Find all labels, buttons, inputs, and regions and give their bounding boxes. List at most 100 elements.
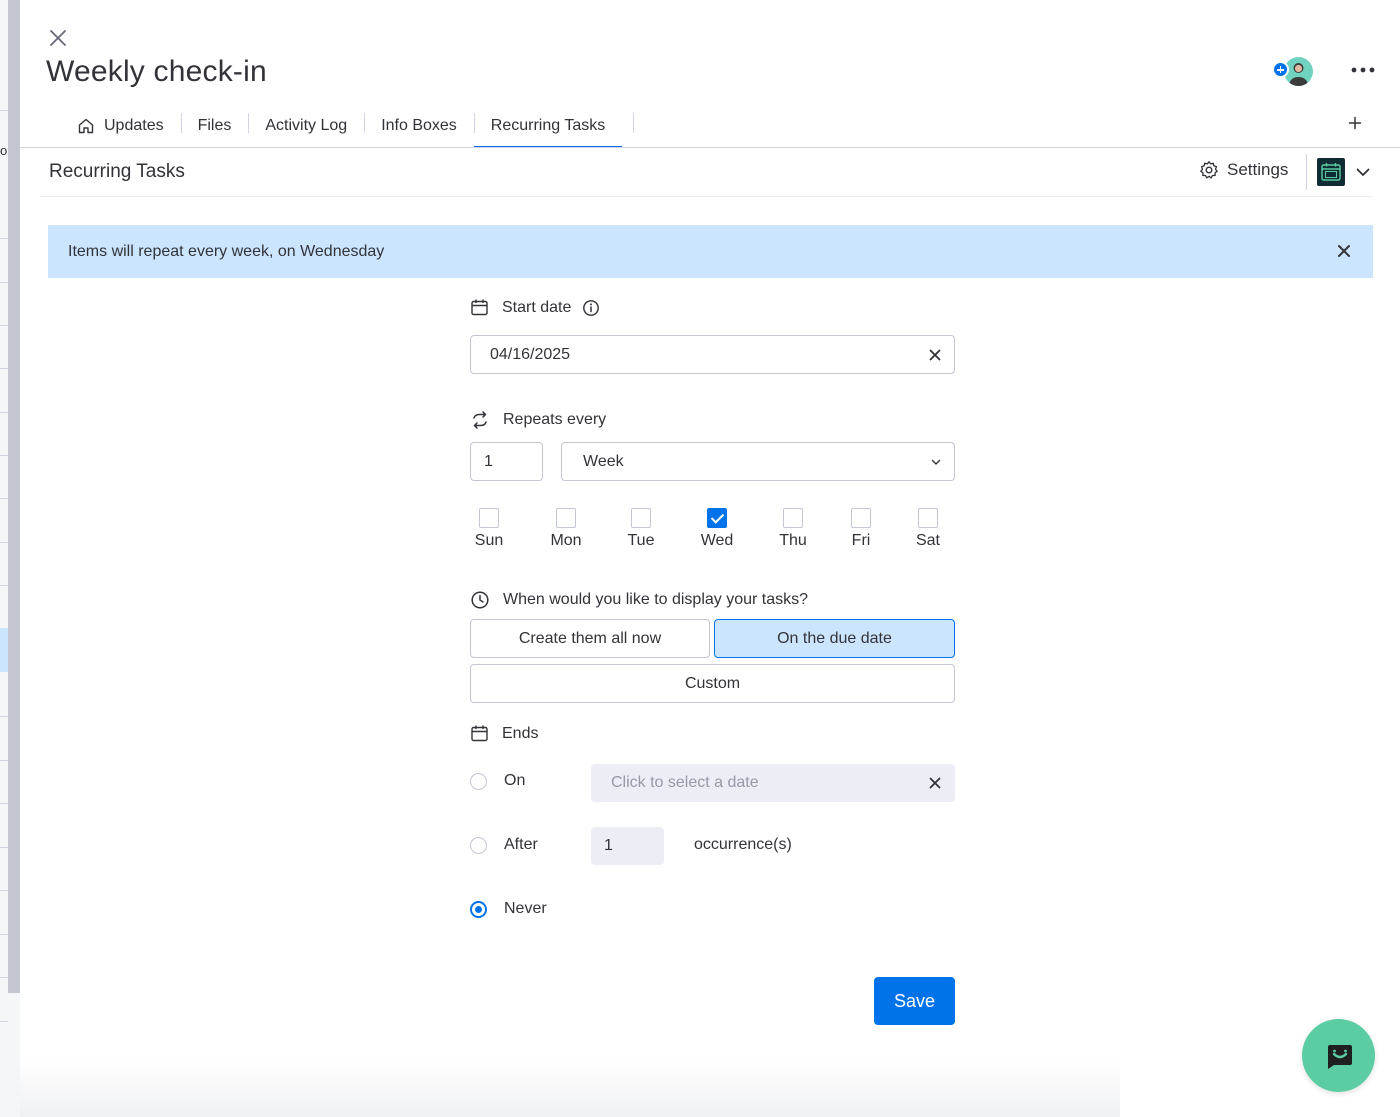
background-row-line — [0, 282, 8, 283]
background-scrollbar — [8, 0, 20, 993]
repeat-unit-select[interactable]: Week — [561, 442, 955, 481]
weekday-selector: Sun Mon Tue Wed Thu Fri Sat — [470, 508, 955, 552]
repeat-interval-input[interactable]: 1 — [470, 442, 543, 481]
weekday-checkbox[interactable] — [918, 508, 938, 528]
weekday-checkbox-checked[interactable] — [707, 508, 727, 528]
repeats-label-row: Repeats every — [470, 410, 606, 430]
clock-icon — [471, 591, 489, 609]
repeat-interval-value: 1 — [484, 452, 493, 470]
ends-after-value: 1 — [604, 837, 613, 854]
calendar-icon — [471, 299, 488, 316]
ends-after-radio[interactable] — [470, 836, 487, 854]
on-due-date-option[interactable]: On the due date — [714, 619, 955, 658]
ends-on-label: On — [504, 772, 526, 789]
option-label: On the due date — [777, 629, 892, 647]
background-row-line — [0, 847, 8, 848]
section-title: Recurring Tasks — [49, 161, 185, 182]
gear-icon — [1200, 161, 1218, 179]
option-label: Create them all now — [518, 629, 662, 647]
background-row-highlight — [0, 628, 8, 672]
app-switcher-dropdown[interactable] — [1354, 163, 1372, 181]
weekday-thu[interactable]: Thu — [768, 508, 818, 550]
option-label: Custom — [684, 674, 741, 692]
banner-text: Items will repeat every week, on Wednesd… — [68, 242, 385, 260]
weekday-label: Sun — [474, 532, 504, 549]
settings-button[interactable]: Settings — [1199, 160, 1288, 180]
app-calendar-button[interactable] — [1317, 158, 1345, 186]
ends-on-radio[interactable] — [470, 772, 487, 790]
weekday-checkbox[interactable] — [556, 508, 576, 528]
repeats-label: Repeats every — [503, 411, 607, 428]
background-row-line — [0, 716, 8, 717]
tab-divider — [633, 113, 634, 133]
weekday-tue[interactable]: Tue — [616, 508, 666, 550]
weekday-checkbox[interactable] — [851, 508, 871, 528]
custom-option[interactable]: Custom — [470, 664, 955, 703]
repeat-icon — [473, 411, 487, 429]
more-horizontal-icon — [1351, 67, 1375, 73]
ends-never-radio-selected[interactable] — [470, 900, 487, 918]
save-label: Save — [893, 990, 936, 1011]
ends-after-label: After — [504, 836, 538, 853]
background-row-line — [0, 238, 8, 239]
tabs-divider — [20, 147, 1400, 148]
tab-recurring-tasks[interactable]: Recurring Tasks — [473, 104, 623, 148]
banner-close-button[interactable] — [1337, 244, 1351, 258]
chevron-down-icon — [931, 459, 941, 465]
item-title[interactable]: Weekly check-in — [46, 55, 267, 89]
background-row-line — [0, 1021, 8, 1022]
occurrences-label: occurrence(s) — [694, 836, 792, 853]
tab-label: Activity Log — [265, 117, 348, 134]
ends-on-row[interactable]: On — [470, 772, 525, 790]
background-row-line — [0, 760, 8, 761]
clear-icon[interactable] — [929, 777, 941, 789]
plus-icon — [1348, 116, 1362, 130]
weekday-wed[interactable]: Wed — [692, 508, 742, 550]
header-divider — [1306, 154, 1307, 190]
ends-after-count-input[interactable]: 1 — [591, 827, 664, 865]
subscribers-button[interactable] — [1272, 57, 1314, 87]
tab-updates[interactable]: Updates — [60, 104, 181, 148]
weekday-sat[interactable]: Sat — [903, 508, 953, 550]
background-board-strip: o — [0, 0, 20, 1117]
more-actions-button[interactable] — [1350, 58, 1376, 82]
weekday-label: Mon — [550, 532, 582, 549]
start-date-input[interactable]: 04/16/2025 — [470, 335, 955, 374]
help-chat-button[interactable] — [1302, 1019, 1375, 1092]
background-row-line — [0, 977, 8, 978]
info-banner: Items will repeat every week, on Wednesd… — [48, 225, 1373, 278]
background-row-line — [0, 890, 8, 891]
save-button[interactable]: Save — [874, 977, 955, 1025]
ends-on-date-input[interactable]: Click to select a date — [591, 764, 955, 802]
ends-after-row[interactable]: After — [470, 836, 538, 854]
clear-icon[interactable] — [929, 349, 941, 361]
background-cut-text: o — [0, 143, 8, 158]
weekday-fri[interactable]: Fri — [836, 508, 886, 550]
weekday-checkbox[interactable] — [783, 508, 803, 528]
repeat-unit-value: Week — [583, 452, 624, 470]
bottom-shadow — [20, 1060, 1120, 1117]
tab-activity-log[interactable]: Activity Log — [248, 104, 364, 148]
add-tab-button[interactable] — [1345, 113, 1365, 133]
info-icon[interactable] — [582, 299, 600, 317]
weekday-checkbox[interactable] — [479, 508, 499, 528]
create-all-now-option[interactable]: Create them all now — [470, 619, 710, 658]
weekday-sun[interactable]: Sun — [464, 508, 514, 550]
background-row-line — [0, 412, 8, 413]
calendar-icon — [471, 725, 488, 742]
ends-never-row[interactable]: Never — [470, 900, 547, 918]
weekday-checkbox[interactable] — [631, 508, 651, 528]
item-panel: Weekly check-in Updates Files Activity L… — [20, 0, 1400, 1117]
section-divider — [40, 196, 1372, 197]
ends-on-placeholder: Click to select a date — [611, 774, 759, 791]
background-row-line — [0, 934, 8, 935]
background-row-line — [0, 110, 8, 111]
start-date-label-row: Start date — [470, 298, 600, 317]
tab-files[interactable]: Files — [180, 104, 249, 148]
weekday-label: Tue — [627, 532, 655, 549]
tab-info-boxes[interactable]: Info Boxes — [364, 104, 474, 148]
settings-label: Settings — [1227, 160, 1289, 179]
weekday-mon[interactable]: Mon — [541, 508, 591, 550]
chevron-down-icon — [1356, 168, 1370, 176]
close-panel-button[interactable] — [46, 26, 70, 50]
